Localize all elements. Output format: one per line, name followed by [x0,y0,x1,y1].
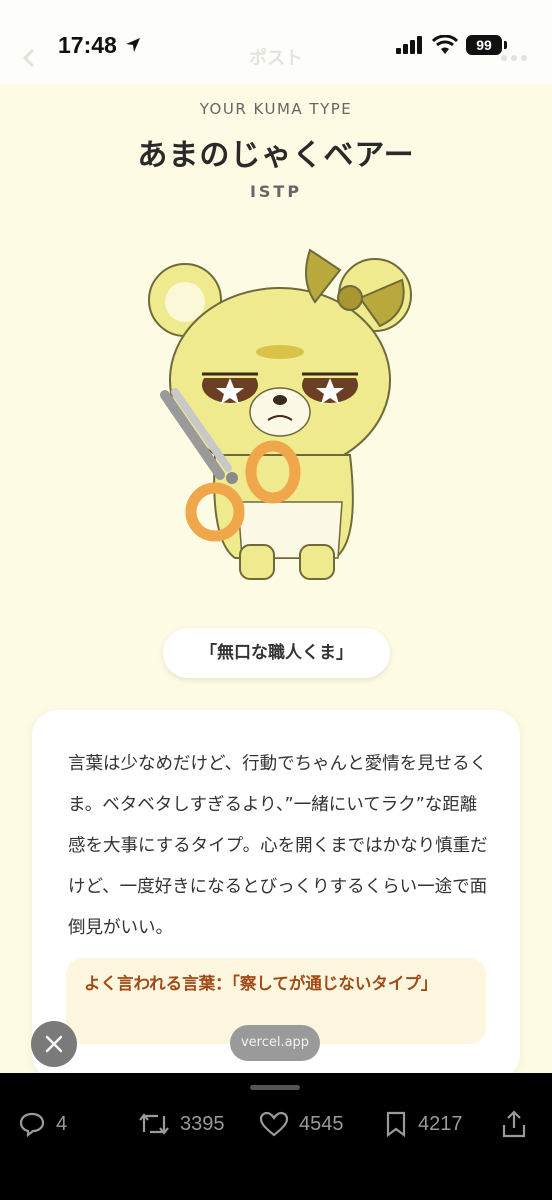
type-label: YOUR KUMA TYPE [199,100,353,118]
bookmark-button[interactable]: 4217 [384,1108,463,1140]
repost-count: 3395 [180,1112,225,1135]
kuma-name: あまのじゃくベアー [137,138,415,173]
sheet-grabber[interactable] [250,1085,300,1090]
reply-icon [19,1112,45,1138]
domain-pill[interactable]: vercel.app [230,1025,320,1061]
nickname-badge: 「無口な職人くま」 [163,628,390,678]
like-icon [259,1111,289,1137]
bear-illustration [140,240,430,590]
repost-icon [139,1113,169,1135]
bookmark-icon [386,1111,406,1138]
reply-button[interactable]: 4 [18,1108,67,1140]
close-icon [45,1035,63,1053]
wifi-icon [431,34,459,59]
close-button[interactable] [31,1021,77,1067]
reply-count: 4 [56,1112,68,1135]
mbti-type: ISTP [249,182,303,201]
battery-icon: 99 [466,35,502,55]
share-icon [502,1110,526,1138]
description-text: 言葉は少なめだけど、行動でちゃんと愛情を見せるくま。ベタベタしすぎるより、”一緒… [68,754,488,938]
repost-button[interactable]: 3395 [138,1108,225,1140]
bookmark-count: 4217 [418,1112,463,1135]
status-time: 17:48 [58,32,117,58]
battery-cap [504,41,507,49]
like-count: 4545 [299,1112,344,1135]
location-arrow-icon [124,36,142,58]
signal-icon [396,36,424,58]
like-button[interactable]: 4545 [259,1108,344,1140]
more-icon[interactable] [500,48,528,72]
share-button[interactable] [500,1108,538,1140]
